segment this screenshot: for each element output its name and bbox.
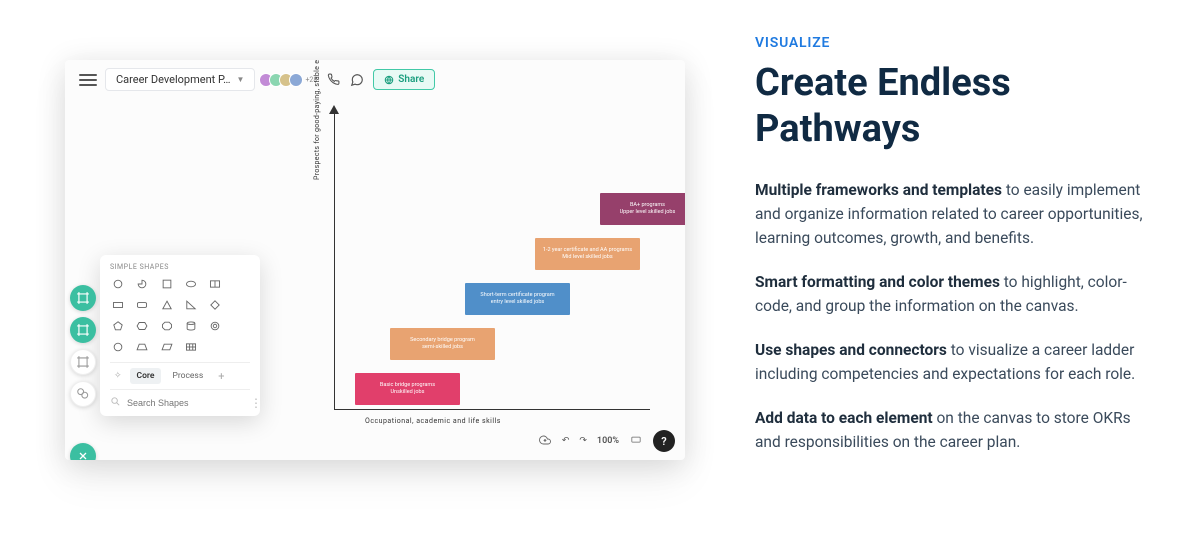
shape-cylinder-icon[interactable]: [183, 319, 199, 333]
share-label: Share: [398, 74, 424, 85]
shape-square-icon[interactable]: [159, 277, 175, 291]
tab-process[interactable]: Process: [165, 368, 210, 384]
shapes-grid: [110, 277, 250, 354]
shape-pentagon-icon[interactable]: [110, 319, 126, 333]
shape-parallelogram-icon[interactable]: [159, 340, 175, 354]
app-frame: Career Development P… ▼ +28 Share: [65, 60, 685, 460]
menu-icon[interactable]: [79, 74, 97, 86]
paragraph-2: Smart formatting and color themes to hig…: [755, 270, 1160, 318]
ladder-block-3[interactable]: Short-term certificate program entry lev…: [465, 283, 570, 315]
shape-hexagon-icon[interactable]: [134, 319, 150, 333]
document-title: Career Development P…: [116, 73, 231, 86]
share-button[interactable]: Share: [373, 69, 435, 90]
paragraph-3: Use shapes and connectors to visualize a…: [755, 338, 1160, 386]
shape-table-icon[interactable]: [183, 340, 199, 354]
eyebrow: VISUALIZE: [755, 35, 1160, 51]
shapes-panel: SIMPLE SHAPES: [100, 255, 260, 416]
canvas-footer-controls: ↶ ↷ 100% ?: [538, 430, 675, 452]
add-tab-icon[interactable]: +: [214, 370, 228, 383]
shape-rounded-rect-icon[interactable]: [134, 298, 150, 312]
redo-icon[interactable]: ↷: [579, 436, 587, 446]
cloud-sync-icon[interactable]: [538, 434, 552, 449]
shapes-search-row: ⋮: [110, 396, 250, 410]
shape-right-triangle-icon[interactable]: [183, 298, 199, 312]
shape-circle-icon[interactable]: [110, 277, 126, 291]
rail-frame-button-3[interactable]: [70, 349, 96, 375]
rail-close-button[interactable]: [70, 443, 96, 460]
topbar: Career Development P… ▼ +28 Share: [65, 60, 685, 99]
shapes-panel-title: SIMPLE SHAPES: [110, 263, 250, 271]
comment-icon[interactable]: [349, 72, 365, 88]
x-axis: [334, 409, 650, 410]
chevron-down-icon: ▼: [237, 75, 245, 84]
shapes-search-input[interactable]: [127, 398, 244, 408]
left-rail: [70, 285, 96, 460]
rail-frame-button-1[interactable]: [70, 285, 96, 311]
undo-icon[interactable]: ↶: [562, 436, 570, 446]
shape-ring-icon[interactable]: [207, 319, 223, 333]
paragraph-1: Multiple frameworks and templates to eas…: [755, 178, 1160, 250]
paragraph-4: Add data to each element on the canvas t…: [755, 406, 1160, 454]
shape-rect-icon[interactable]: [110, 298, 126, 312]
shape-ellipse-icon[interactable]: [183, 277, 199, 291]
marketing-copy: VISUALIZE Create Endless Pathways Multip…: [720, 0, 1200, 547]
rail-frame-button-2[interactable]: [70, 317, 96, 343]
pin-icon[interactable]: ✧: [110, 371, 126, 381]
shape-rect-2col-icon[interactable]: [207, 277, 223, 291]
shapes-tabs: ✧ Core Process +: [110, 362, 250, 390]
tab-core[interactable]: Core: [130, 368, 162, 384]
shape-octagon-icon[interactable]: [159, 319, 175, 333]
x-axis-label: Occupational, academic and life skills: [365, 417, 501, 425]
ladder-block-2[interactable]: Secondary bridge program semi-skilled jo…: [390, 328, 495, 360]
search-icon: [110, 396, 121, 410]
ladder-block-4[interactable]: 1-2 year certificate and AA programs Mid…: [535, 238, 640, 270]
shape-circle2-icon[interactable]: [110, 340, 126, 354]
ladder-block-5[interactable]: BA+ programs Upper level skilled jobs: [600, 193, 685, 225]
shape-trapezoid-icon[interactable]: [134, 340, 150, 354]
phone-icon[interactable]: [325, 72, 341, 88]
zoom-level[interactable]: 100%: [597, 436, 619, 446]
y-axis: [334, 110, 335, 410]
rail-shapes-button[interactable]: [70, 381, 96, 407]
more-options-icon[interactable]: ⋮: [250, 396, 263, 410]
shape-pie-icon[interactable]: [134, 277, 150, 291]
page-headline: Create Endless Pathways: [755, 61, 1160, 152]
shape-triangle-icon[interactable]: [159, 298, 175, 312]
keyboard-icon[interactable]: [629, 435, 643, 448]
ladder-block-1[interactable]: Basic bridge programs Unskilled jobs: [355, 373, 460, 405]
collaborator-avatars[interactable]: +28: [263, 73, 317, 87]
shape-diamond-icon[interactable]: [207, 298, 223, 312]
document-selector[interactable]: Career Development P… ▼: [105, 68, 255, 91]
help-button[interactable]: ?: [653, 430, 675, 452]
y-axis-label: Prospects for good-paying, stable employ…: [313, 60, 321, 180]
